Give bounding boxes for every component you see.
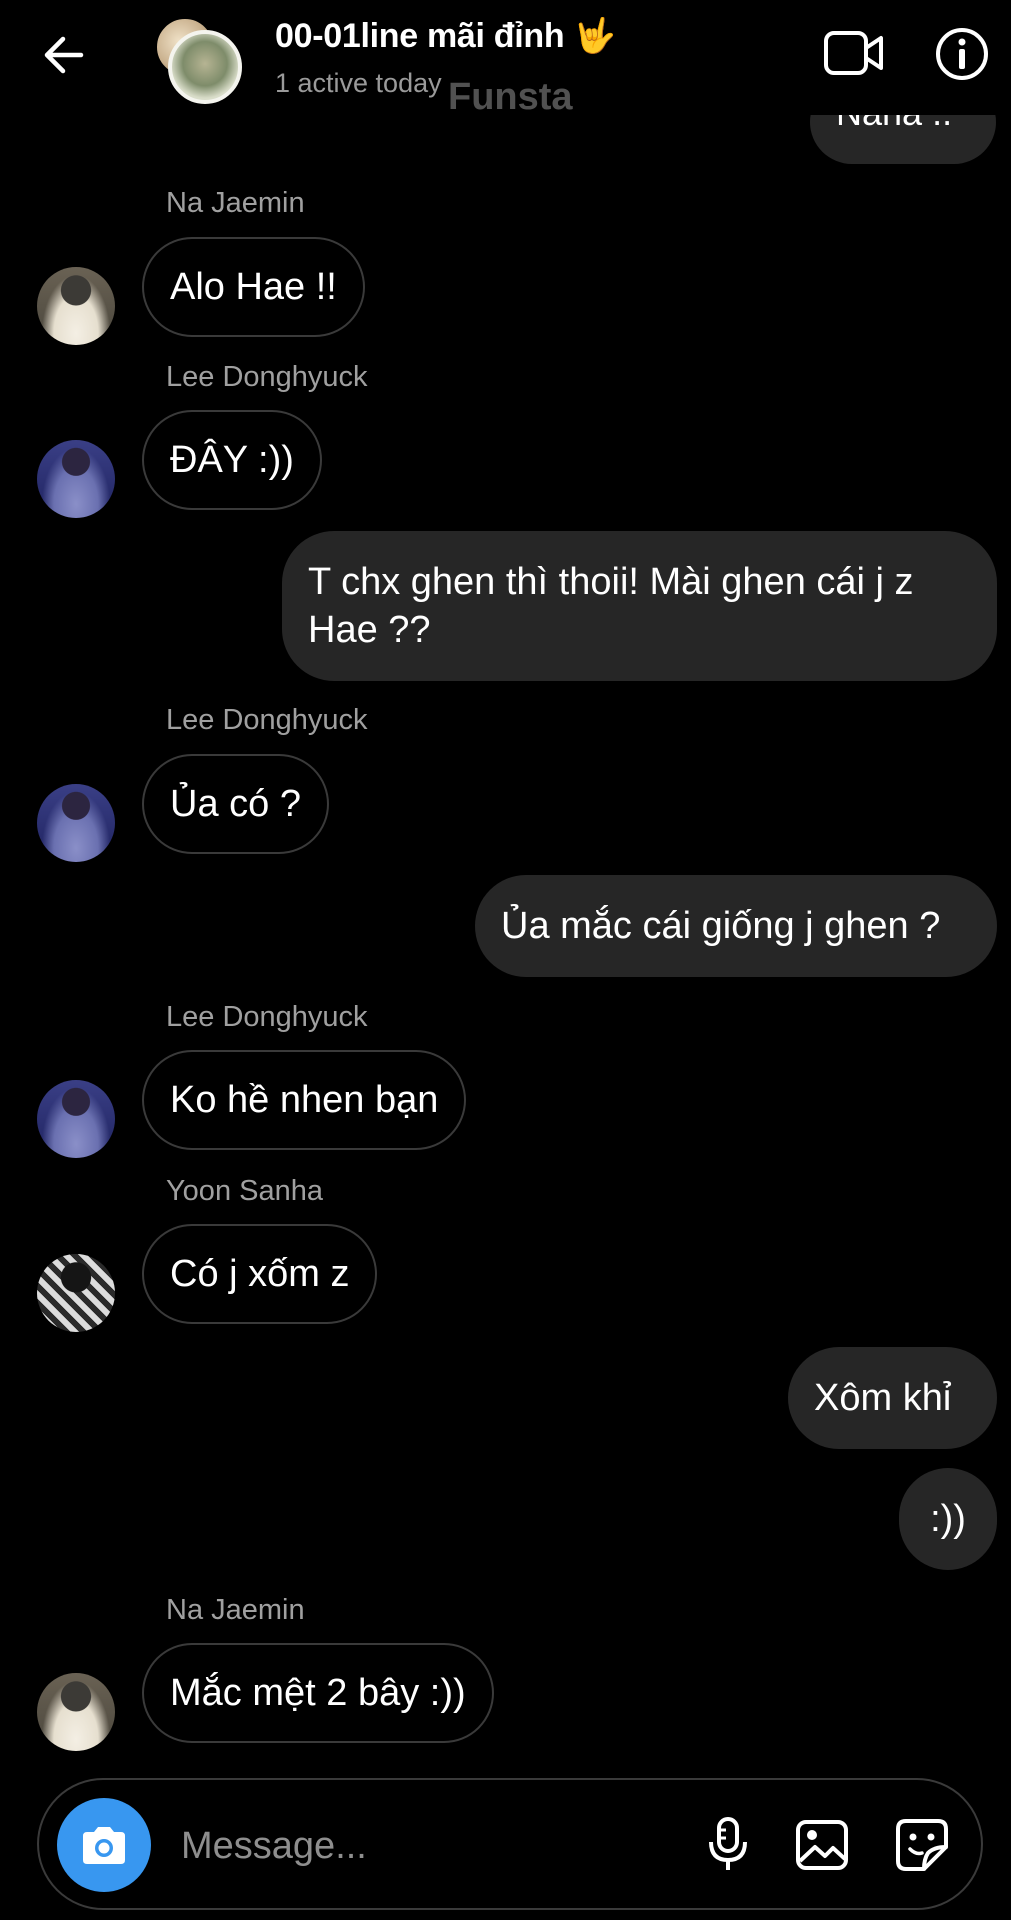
sticker-icon[interactable] — [887, 1810, 957, 1880]
message-text: Alo Hae !! — [170, 265, 337, 308]
message-text: ĐÂY :)) — [170, 438, 294, 481]
group-avatar[interactable] — [154, 16, 242, 104]
message-text: Ủa mắc cái giống j ghen ? — [501, 904, 941, 947]
incoming-message-bubble[interactable]: Ủa có ? — [142, 754, 329, 854]
avatar[interactable] — [37, 1080, 115, 1158]
avatar[interactable] — [37, 267, 115, 345]
incoming-message-bubble[interactable]: Mắc mệt 2 bây :)) — [142, 1643, 494, 1743]
incoming-message-bubble[interactable]: Có j xốm z — [142, 1224, 378, 1324]
incoming-message-bubble[interactable]: Ko hề nhen bạn — [142, 1050, 467, 1150]
outgoing-message-bubble[interactable]: Xôm khỉ — [788, 1347, 997, 1449]
outgoing-message-bubble[interactable]: Ủa mắc cái giống j ghen ? — [475, 875, 997, 977]
active-status: 1 active today — [275, 68, 442, 98]
message-text: Ủa có ? — [170, 782, 301, 825]
message-text: T chx ghen thì thoii! Mài ghen cái j z H… — [308, 561, 914, 651]
incoming-message-bubble[interactable]: Alo Hae !! — [142, 237, 365, 337]
sender-name: Lee Donghyuck — [166, 704, 368, 736]
outgoing-message-bubble[interactable]: :)) — [899, 1468, 997, 1570]
group-avatar-front — [168, 30, 242, 104]
incoming-message-bubble[interactable]: ĐÂY :)) — [142, 410, 322, 510]
camera-icon[interactable] — [57, 1798, 151, 1892]
message-input[interactable] — [179, 1810, 703, 1882]
avatar[interactable] — [37, 1254, 115, 1332]
message-text: Mắc mệt 2 bây :)) — [170, 1671, 466, 1714]
message-composer — [37, 1778, 983, 1910]
outgoing-message-bubble[interactable]: T chx ghen thì thoii! Mài ghen cái j z H… — [282, 531, 997, 681]
avatar[interactable] — [37, 440, 115, 518]
message-text: Có j xốm z — [170, 1252, 350, 1295]
avatar[interactable] — [37, 1673, 115, 1751]
chat-title[interactable]: 00-01line mãi đỉnh 🤟 — [275, 16, 616, 56]
avatar[interactable] — [37, 784, 115, 862]
sender-name: Lee Donghyuck — [166, 1001, 368, 1033]
rock-hand-emoji: 🤟 — [573, 17, 616, 55]
sender-name: Na Jaemin — [166, 187, 305, 219]
chat-title-text: 00-01line mãi đỉnh — [275, 17, 565, 55]
sender-name: Na Jaemin — [166, 1594, 305, 1626]
message-text: Ko hề nhen bạn — [170, 1078, 439, 1121]
back-arrow-icon[interactable] — [30, 22, 96, 88]
message-text: :)) — [930, 1497, 966, 1540]
sender-name: Yoon Sanha — [166, 1175, 323, 1207]
gallery-icon[interactable] — [787, 1810, 857, 1880]
sender-name: Lee Donghyuck — [166, 361, 368, 393]
info-icon[interactable] — [930, 22, 994, 86]
message-text: Xôm khỉ — [814, 1376, 952, 1419]
microphone-icon[interactable] — [693, 1810, 763, 1880]
video-call-icon[interactable] — [818, 22, 890, 84]
watermark: Funsta — [448, 76, 573, 118]
